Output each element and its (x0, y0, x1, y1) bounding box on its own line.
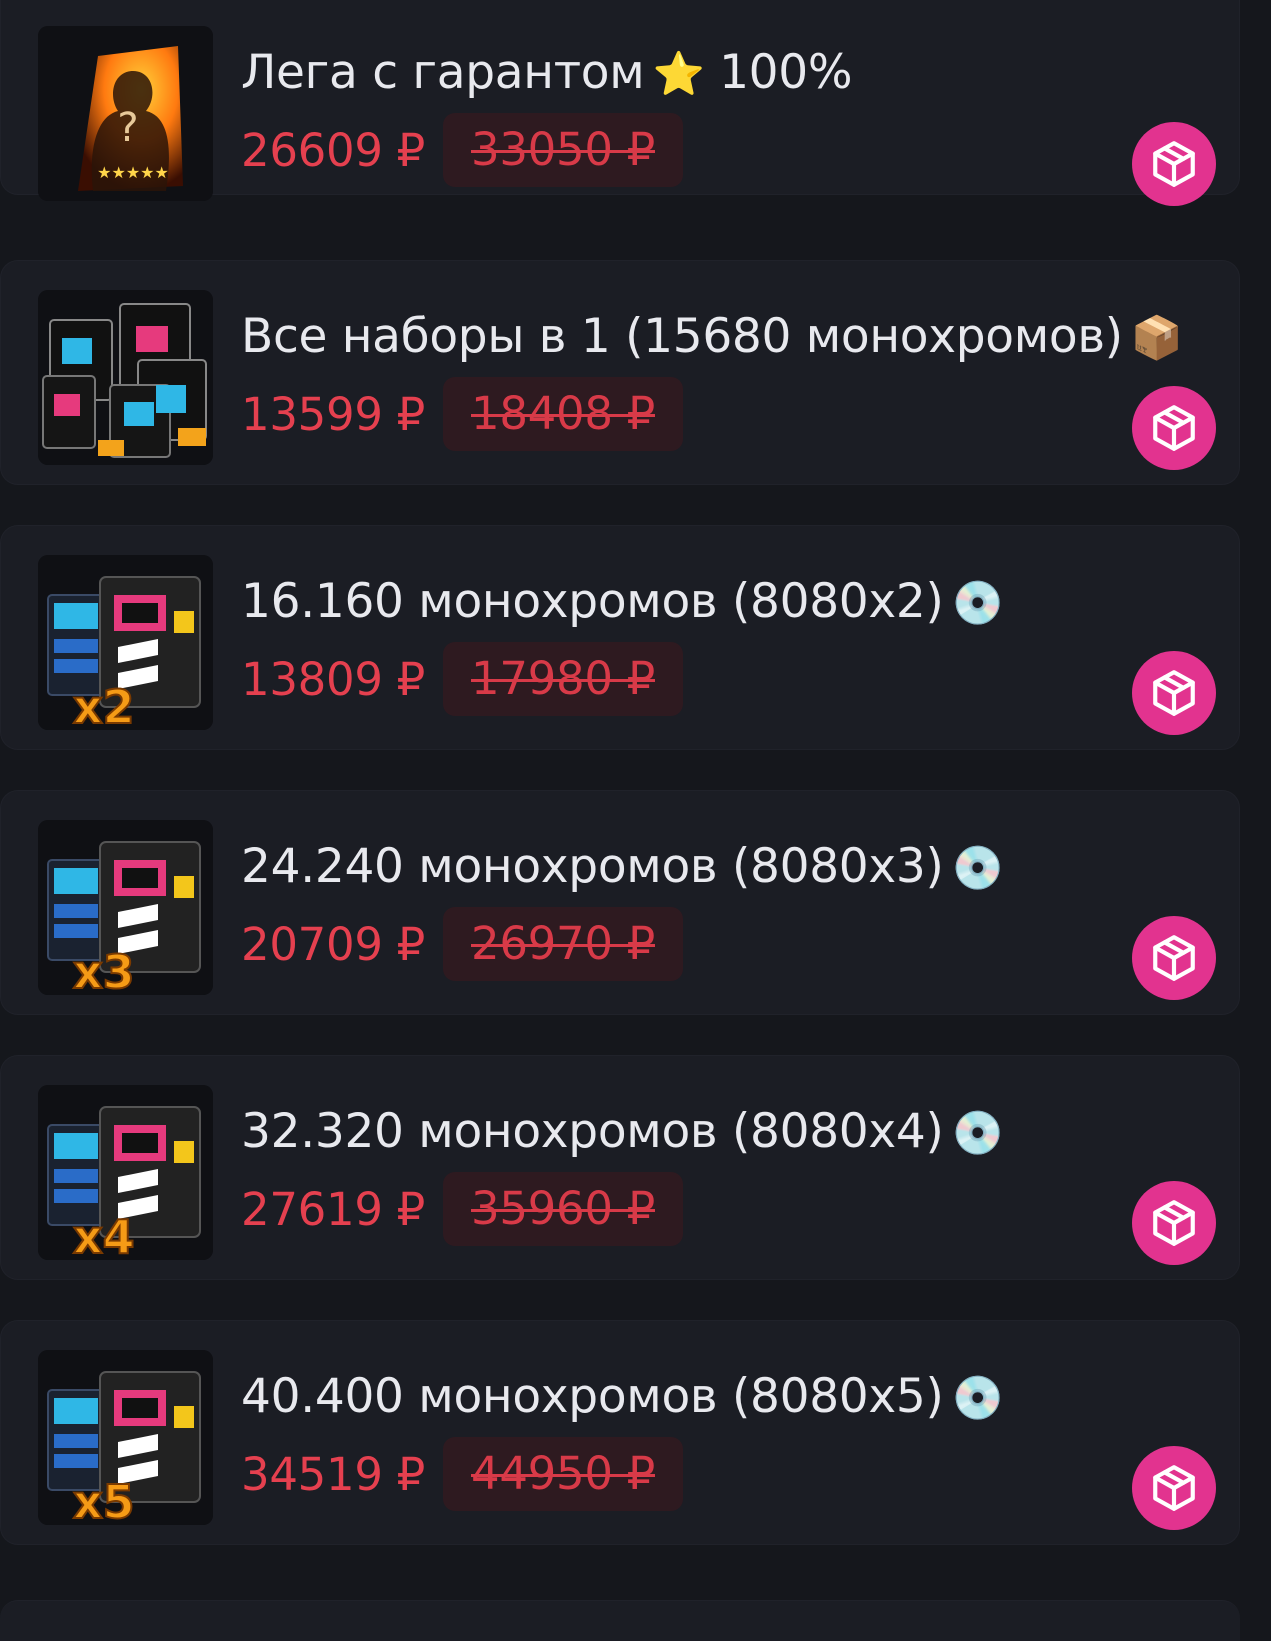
product-title: Все наборы в 1 (15680 монохромов) 📦 (241, 309, 1183, 366)
price-row: 13809 ₽ 17980 ₽ (241, 642, 683, 716)
add-to-cart-button[interactable] (1132, 386, 1216, 470)
product-list: ? ★★★★★ Лега с гарантом ⭐ 100% 26609 ₽ 33… (0, 0, 1271, 1641)
product-title-text: Лега с гарантом (241, 45, 645, 100)
product-card[interactable]: Все наборы в 1 (15680 монохромов) 📦 13599… (0, 260, 1240, 485)
current-price: 13809 ₽ (241, 652, 425, 706)
price-row: 20709 ₽ 26970 ₽ (241, 907, 683, 981)
old-price: 17980 ₽ (443, 642, 683, 716)
monochrome-box-x2-image: x2 (38, 555, 213, 730)
price-row: 26609 ₽ 33050 ₽ (241, 113, 683, 187)
add-to-cart-button[interactable] (1132, 651, 1216, 735)
add-to-cart-button[interactable] (1132, 1446, 1216, 1530)
current-price: 13599 ₽ (241, 387, 425, 441)
product-card[interactable]: x3 24.240 монохромов (8080x3) 💿 20709 ₽ 2… (0, 790, 1240, 1015)
product-title: 32.320 монохромов (8080x4) 💿 (241, 1104, 1004, 1161)
product-title: 24.240 монохромов (8080x3) 💿 (241, 839, 1004, 896)
current-price: 27619 ₽ (241, 1182, 425, 1236)
product-title-text: 16.160 монохромов (8080x2) (241, 574, 944, 629)
product-card[interactable]: x5 40.400 монохромов (8080x5) 💿 34519 ₽ 4… (0, 1320, 1240, 1545)
next-product-card-partial (0, 1600, 1240, 1641)
product-title-text: 40.400 монохромов (8080x5) (241, 1369, 944, 1424)
product-card[interactable]: ? ★★★★★ Лега с гарантом ⭐ 100% 26609 ₽ 33… (0, 0, 1240, 206)
add-to-cart-button[interactable] (1132, 916, 1216, 1000)
disc-icon: 💿 (951, 1373, 1004, 1422)
price-row: 34519 ₽ 44950 ₽ (241, 1437, 683, 1511)
old-price: 33050 ₽ (443, 113, 683, 187)
product-title: Лега с гарантом ⭐ 100% (241, 45, 853, 102)
package-cube-icon (1153, 405, 1195, 451)
add-to-cart-button[interactable] (1132, 122, 1216, 206)
price-row: 13599 ₽ 18408 ₽ (241, 377, 683, 451)
multiplier-label: x5 (73, 1475, 135, 1525)
multiplier-label: x4 (73, 1210, 135, 1260)
monochrome-box-x5-image: x5 (38, 1350, 213, 1525)
old-price: 18408 ₽ (443, 377, 683, 451)
star-icon: ⭐ (652, 49, 705, 98)
monochrome-box-x4-image: x4 (38, 1085, 213, 1260)
package-cube-icon (1153, 1465, 1195, 1511)
old-price: 44950 ₽ (443, 1437, 683, 1511)
multiplier-label: x2 (73, 680, 135, 730)
product-card[interactable]: x4 32.320 монохромов (8080x4) 💿 27619 ₽ 3… (0, 1055, 1240, 1280)
package-cube-icon (1153, 1200, 1195, 1246)
svg-text:?: ? (117, 105, 138, 151)
add-to-cart-button[interactable] (1132, 1181, 1216, 1265)
current-price: 20709 ₽ (241, 917, 425, 971)
package-cube-icon (1153, 935, 1195, 981)
multiplier-label: x3 (73, 945, 135, 995)
current-price: 34519 ₽ (241, 1447, 425, 1501)
product-title-text: Все наборы в 1 (15680 монохромов) (241, 309, 1123, 364)
old-price: 35960 ₽ (443, 1172, 683, 1246)
old-price: 26970 ₽ (443, 907, 683, 981)
legendary-mystery-card-image: ? ★★★★★ (38, 26, 213, 201)
package-icon: 📦 (1130, 313, 1183, 362)
disc-icon: 💿 (951, 578, 1004, 627)
package-cube-icon (1153, 670, 1195, 716)
product-title: 16.160 монохромов (8080x2) 💿 (241, 574, 1004, 631)
product-card[interactable]: x2 16.160 монохромов (8080x2) 💿 13809 ₽ 1… (0, 525, 1240, 750)
disc-icon: 💿 (951, 843, 1004, 892)
monochrome-box-x3-image: x3 (38, 820, 213, 995)
current-price: 26609 ₽ (241, 123, 425, 177)
product-title-suffix: 100% (719, 45, 853, 100)
svg-text:★★★★★: ★★★★★ (97, 163, 169, 182)
all-packs-bundle-image (38, 290, 213, 465)
product-title-text: 24.240 монохромов (8080x3) (241, 839, 944, 894)
product-title-text: 32.320 монохромов (8080x4) (241, 1104, 944, 1159)
price-row: 27619 ₽ 35960 ₽ (241, 1172, 683, 1246)
disc-icon: 💿 (951, 1108, 1004, 1157)
product-title: 40.400 монохромов (8080x5) 💿 (241, 1369, 1004, 1426)
package-cube-icon (1153, 141, 1195, 187)
